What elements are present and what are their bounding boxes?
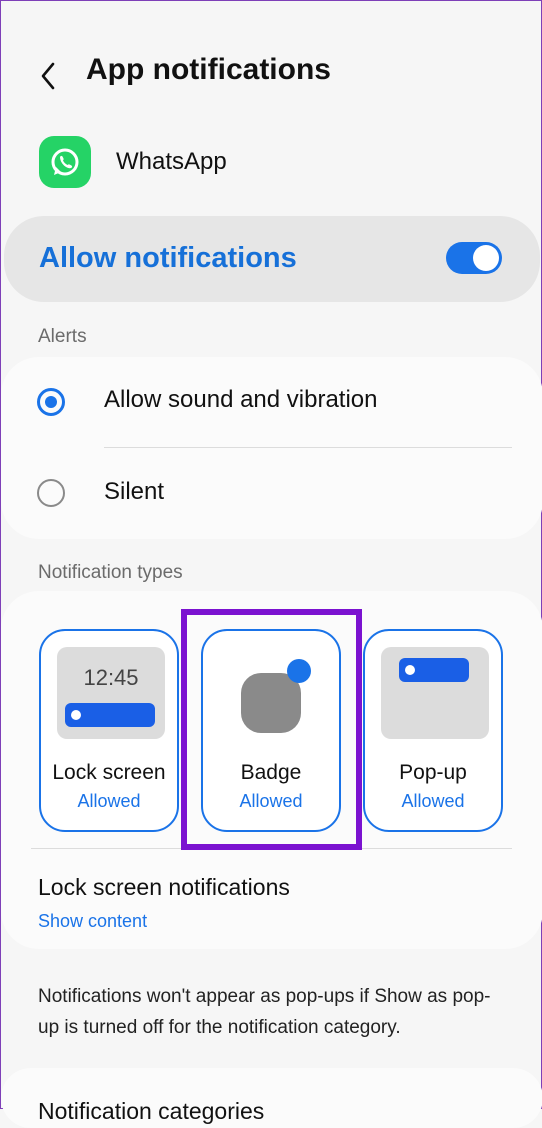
- lock-screen-notifications-value: Show content: [38, 911, 148, 931]
- whatsapp-icon: [39, 136, 91, 188]
- page-title: App notifications: [86, 53, 331, 86]
- tile-name: Pop-up: [399, 761, 467, 784]
- notification-bar-icon: [65, 703, 155, 727]
- lock-screen-notifications-row[interactable]: Lock screen notifications Show content: [38, 874, 290, 932]
- alerts-section-label: Alerts: [38, 326, 87, 347]
- chevron-left-icon: [41, 62, 55, 90]
- lock-screen-preview: 12:45: [57, 647, 165, 739]
- alerts-card: Allow sound and vibration Silent: [1, 357, 542, 539]
- popup-bar-icon: [399, 658, 469, 682]
- tile-lock-screen[interactable]: 12:45 Lock screen Allowed: [39, 629, 179, 832]
- radio-unselected-icon[interactable]: [37, 479, 65, 507]
- header: App notifications: [1, 1, 542, 141]
- lock-screen-notifications-title: Lock screen notifications: [38, 874, 290, 900]
- radio-selected-icon[interactable]: [37, 388, 65, 416]
- allow-notifications-label: Allow notifications: [39, 242, 297, 274]
- tile-pop-up[interactable]: Pop-up Allowed: [363, 629, 503, 832]
- tile-status: Allowed: [77, 791, 141, 811]
- app-name: WhatsApp: [116, 148, 227, 175]
- notification-categories-row[interactable]: Notification categories: [1, 1068, 542, 1128]
- info-note: Notifications won't appear as pop-ups if…: [38, 986, 491, 1038]
- alert-option-label: Silent: [104, 478, 165, 505]
- highlight-box: [181, 609, 362, 850]
- notification-types-section-label: Notification types: [38, 562, 183, 583]
- allow-notifications-toggle[interactable]: [446, 242, 502, 274]
- lock-screen-time: 12:45: [83, 665, 139, 690]
- alert-option-silent[interactable]: Silent: [1, 449, 542, 537]
- divider: [104, 447, 512, 448]
- alert-option-label: Allow sound and vibration: [104, 386, 378, 413]
- notification-categories-label: Notification categories: [38, 1098, 265, 1124]
- toggle-knob: [473, 245, 499, 271]
- tile-status: Allowed: [401, 791, 465, 811]
- back-button[interactable]: [35, 56, 65, 96]
- alert-option-sound[interactable]: Allow sound and vibration: [1, 357, 542, 445]
- allow-notifications-row[interactable]: Allow notifications: [4, 216, 540, 302]
- pop-up-preview: [381, 647, 489, 739]
- tile-name: Lock screen: [52, 761, 166, 784]
